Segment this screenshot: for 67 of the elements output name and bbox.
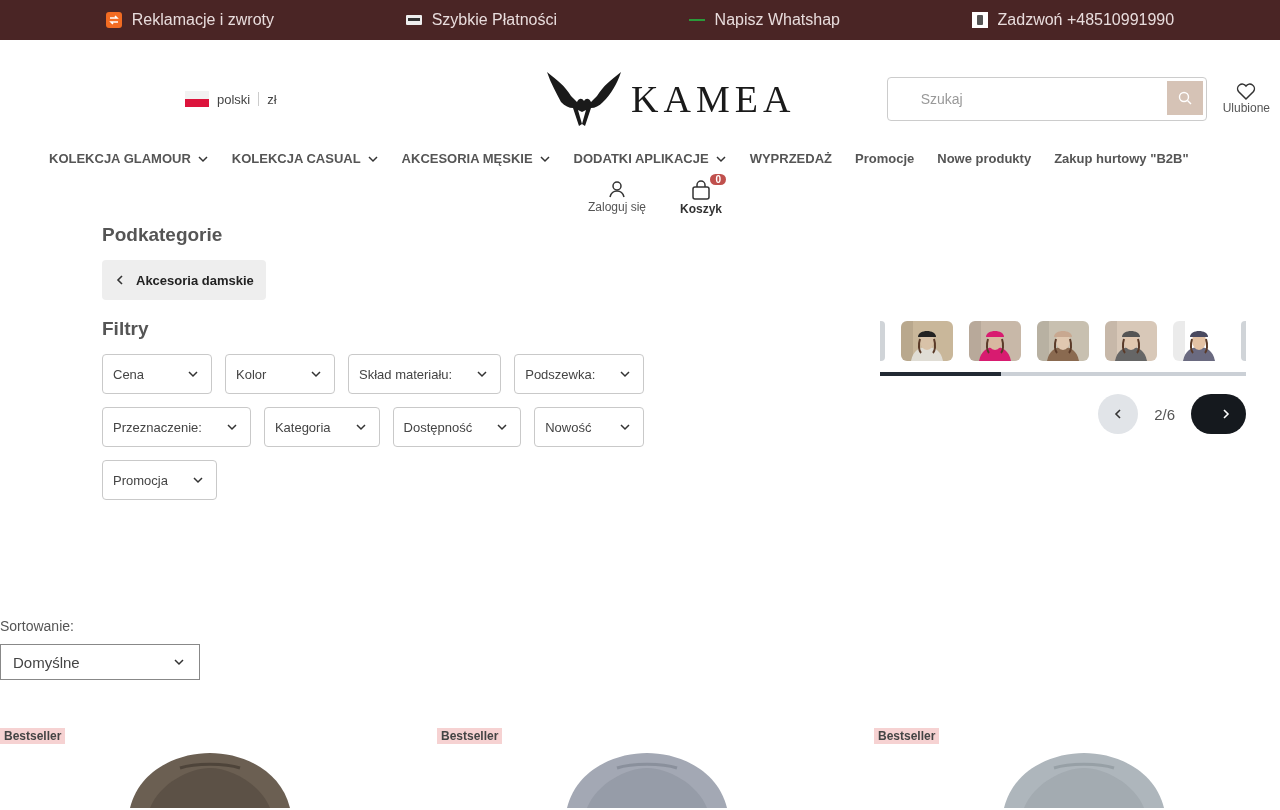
- section-heading: Podkategorie: [102, 224, 224, 246]
- filter-dropdown[interactable]: Cena: [102, 354, 212, 394]
- user-icon: [608, 180, 626, 198]
- search-button[interactable]: [1166, 81, 1203, 115]
- filter-dropdown[interactable]: Skład materiału:: [348, 354, 502, 394]
- chevron-down-icon: [225, 423, 238, 431]
- flag-icon: [185, 91, 209, 107]
- nav-menu-item[interactable]: Nowe produkty: [937, 151, 1032, 166]
- chevron-right-icon: [1221, 408, 1230, 420]
- filter-dropdown[interactable]: Kolor: [225, 354, 335, 394]
- chevron-down-icon: [196, 154, 209, 163]
- sort-dropdown[interactable]: Domyślne: [0, 644, 200, 680]
- bestseller-badge: Bestseller: [437, 728, 503, 744]
- search-field[interactable]: Szukaj: [886, 77, 1207, 121]
- nav-menu-item[interactable]: DODATKI APLIKACJE: [573, 151, 727, 166]
- top-bar-link[interactable]: Szybkie Płatności: [431, 11, 557, 29]
- chevron-down-icon: [366, 154, 379, 163]
- filter-dropdown[interactable]: Podszewka:: [514, 354, 645, 394]
- line-icon: [688, 18, 705, 22]
- chevron-down-icon: [619, 370, 632, 378]
- top-bar-link[interactable]: Napisz Whatshap: [714, 11, 840, 29]
- chevron-down-icon: [476, 370, 489, 378]
- chevron-down-icon: [714, 154, 727, 163]
- filter-dropdown[interactable]: Przeznaczenie:: [102, 407, 251, 447]
- returns-icon: [105, 12, 122, 28]
- sort-label: Sortowanie:: [0, 618, 75, 634]
- heart-icon: [1236, 83, 1257, 101]
- card-icon: [405, 15, 422, 25]
- filter-dropdown[interactable]: Nowość: [534, 407, 645, 447]
- chevron-left-icon: [116, 274, 124, 286]
- phone-icon: [971, 12, 988, 28]
- cart-count-badge: 0: [710, 174, 727, 185]
- section-heading: Filtry: [102, 318, 150, 340]
- chevron-down-icon: [619, 423, 632, 431]
- nav-menu-item[interactable]: WYPRZEDAŻ: [749, 151, 832, 166]
- login-button[interactable]: Zaloguj się: [587, 180, 646, 216]
- search-icon: [1177, 91, 1192, 105]
- logo-text[interactable]: KAMEA: [631, 77, 796, 121]
- filter-dropdown[interactable]: Kategoria: [263, 407, 380, 447]
- birds-logo-icon: [545, 70, 623, 128]
- top-bar-link[interactable]: Reklamacje i zwroty: [131, 11, 275, 29]
- filter-dropdown[interactable]: Dostępność: [392, 407, 522, 447]
- chevron-down-icon: [310, 370, 322, 378]
- wishlist-button[interactable]: Ulubione: [1222, 83, 1270, 115]
- chevron-down-icon: [187, 370, 199, 378]
- bestseller-badge: Bestseller: [0, 728, 66, 744]
- chevron-down-icon: [538, 154, 551, 163]
- currency-selector[interactable]: zł: [267, 91, 277, 107]
- nav-menu-item[interactable]: AKCESORIA MĘSKIE: [401, 151, 551, 166]
- next-button[interactable]: [1191, 394, 1246, 434]
- bag-icon: [691, 180, 711, 200]
- chevron-left-icon: [1114, 408, 1123, 420]
- chevron-down-icon: [173, 658, 185, 666]
- nav-menu-item[interactable]: KOLEKCJA GLAMOUR: [49, 151, 209, 166]
- previous-button[interactable]: [1098, 394, 1139, 434]
- back-category-button[interactable]: Akcesoria damskie: [102, 260, 266, 300]
- nav-menu-item[interactable]: Zakup hurtowy "B2B": [1054, 151, 1189, 166]
- nav-menu-item[interactable]: KOLEKCJA CASUAL: [231, 151, 379, 166]
- bestseller-badge: Bestseller: [874, 728, 940, 744]
- page-counter: 2/6: [1154, 405, 1175, 423]
- chevron-down-icon: [191, 476, 204, 484]
- top-bar-link[interactable]: Zadzwoń +48510991990: [997, 11, 1175, 29]
- language-selector[interactable]: polski: [217, 91, 251, 107]
- nav-menu-item[interactable]: Promocje: [855, 151, 915, 166]
- chevron-down-icon: [496, 423, 509, 431]
- filter-dropdown[interactable]: Promocja: [102, 460, 217, 500]
- chevron-down-icon: [354, 423, 367, 431]
